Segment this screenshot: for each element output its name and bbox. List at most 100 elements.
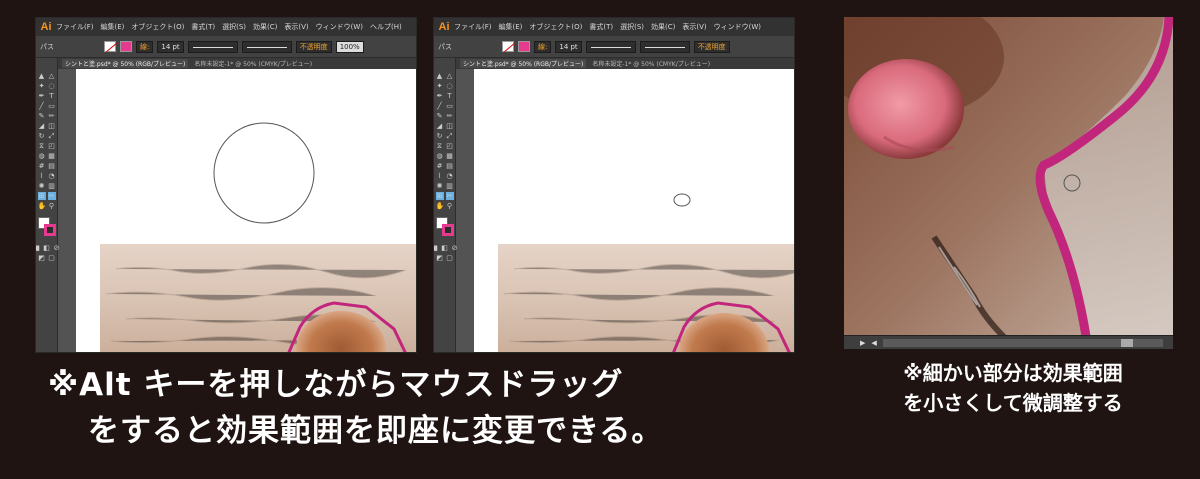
blob-brush-icon[interactable]: ◢ xyxy=(436,122,444,130)
hand-tool-icon[interactable]: ✋ xyxy=(38,202,47,210)
gradient-tool-icon[interactable]: ▤ xyxy=(48,162,56,170)
slice-tool-icon[interactable]: ✂ xyxy=(47,192,56,200)
artboard-canvas[interactable] xyxy=(474,69,794,352)
selection-tool-icon[interactable]: ▲ xyxy=(38,72,46,80)
brush-tool-icon[interactable]: ✎ xyxy=(38,112,46,120)
lasso-tool-icon[interactable]: ◌ xyxy=(48,82,56,90)
rectangle-tool-icon[interactable]: ▭ xyxy=(48,102,56,110)
draw-mode-icon[interactable]: ◩ xyxy=(38,254,46,262)
graph-tool-icon[interactable]: ▥ xyxy=(48,182,56,190)
menu-object[interactable]: オブジェクト(O) xyxy=(529,22,582,32)
scroll-left-icon[interactable]: ◀ xyxy=(871,339,876,347)
pen-tool-icon[interactable]: ✒ xyxy=(38,92,46,100)
color-mode-icon[interactable]: ■ xyxy=(36,244,41,252)
menu-effect[interactable]: 効果(C) xyxy=(253,22,277,32)
rectangle-tool-icon[interactable]: ▭ xyxy=(446,102,454,110)
screen-mode-icon[interactable]: ▢ xyxy=(48,254,56,262)
blend-tool-icon[interactable]: ◔ xyxy=(48,172,56,180)
hand-tool-icon[interactable]: ✋ xyxy=(436,202,445,210)
tab-document-2[interactable]: 名称未設定-1* @ 50% (CMYK/プレビュー) xyxy=(194,59,312,68)
menu-object[interactable]: オブジェクト(O) xyxy=(131,22,184,32)
magic-wand-icon[interactable]: ✦ xyxy=(436,82,444,90)
tab-document-1[interactable]: シントと塗.psd* @ 50% (RGB/プレビュー) xyxy=(460,59,587,68)
scale-tool-icon[interactable]: ⤢ xyxy=(446,132,454,140)
opacity-field[interactable]: 100% xyxy=(335,40,364,53)
scroll-track[interactable] xyxy=(882,338,1163,347)
lasso-tool-icon[interactable]: ◌ xyxy=(446,82,454,90)
eyedropper-icon[interactable]: ⌇ xyxy=(436,172,444,180)
brush-select[interactable] xyxy=(639,40,690,53)
brush-select[interactable] xyxy=(241,40,292,53)
zoom-tool-icon[interactable]: ⚲ xyxy=(48,202,56,210)
stroke-swatch[interactable] xyxy=(518,41,530,52)
zoom-tool-icon[interactable]: ⚲ xyxy=(446,202,454,210)
stroke-box[interactable] xyxy=(43,224,56,236)
screen-mode-icon[interactable]: ▢ xyxy=(446,254,454,262)
menu-file[interactable]: ファイル(F) xyxy=(56,22,94,32)
slice-tool-icon[interactable]: ✂ xyxy=(445,192,454,200)
fill-stroke-widget[interactable] xyxy=(37,216,57,238)
type-tool-icon[interactable]: T xyxy=(48,92,56,100)
menu-select[interactable]: 選択(S) xyxy=(222,22,246,32)
width-tool-icon[interactable]: ⧖ xyxy=(38,142,46,150)
selection-tool-icon[interactable]: ▲ xyxy=(436,72,444,80)
stroke-weight-field[interactable]: 14 pt xyxy=(157,40,184,53)
stroke-profile-select[interactable] xyxy=(187,40,238,53)
perspective-icon[interactable]: ▦ xyxy=(446,152,454,160)
line-tool-icon[interactable]: ╱ xyxy=(436,102,444,110)
warp-tool-icon[interactable]: ◰ xyxy=(48,142,56,150)
pencil-tool-icon[interactable]: ✏ xyxy=(48,112,56,120)
color-mode-icon[interactable]: ■ xyxy=(434,244,439,252)
symbol-sprayer-icon[interactable]: ✺ xyxy=(38,182,46,190)
symbol-sprayer-icon[interactable]: ✺ xyxy=(436,182,444,190)
gradient-mode-icon[interactable]: ◧ xyxy=(43,244,51,252)
type-tool-icon[interactable]: T xyxy=(446,92,454,100)
menu-view[interactable]: 表示(V) xyxy=(682,22,706,32)
menu-edit[interactable]: 編集(E) xyxy=(101,22,125,32)
none-mode-icon[interactable]: ⊘ xyxy=(451,244,459,252)
artboard-tool-icon[interactable]: ⊞ xyxy=(37,192,46,200)
opacity-label[interactable]: 不透明度 xyxy=(693,40,730,53)
eyedropper-icon[interactable]: ⌇ xyxy=(38,172,46,180)
gradient-tool-icon[interactable]: ▤ xyxy=(446,162,454,170)
scroll-right-icon[interactable]: ▶ xyxy=(860,339,865,347)
menu-window[interactable]: ウィンドウ(W) xyxy=(714,22,761,32)
none-mode-icon[interactable]: ⊘ xyxy=(53,244,61,252)
mesh-tool-icon[interactable]: # xyxy=(38,162,46,170)
scroll-thumb[interactable] xyxy=(1121,338,1133,347)
fill-stroke-widget[interactable] xyxy=(435,216,455,238)
menu-effect[interactable]: 効果(C) xyxy=(651,22,675,32)
direct-selection-tool-icon[interactable]: △ xyxy=(446,72,454,80)
pencil-tool-icon[interactable]: ✏ xyxy=(446,112,454,120)
perspective-icon[interactable]: ▦ xyxy=(48,152,56,160)
artboard-tool-icon[interactable]: ⊞ xyxy=(435,192,444,200)
stroke-swatch[interactable] xyxy=(120,41,132,52)
scale-tool-icon[interactable]: ⤢ xyxy=(48,132,56,140)
stroke-weight-field[interactable]: 14 pt xyxy=(555,40,582,53)
horizontal-scrollbar[interactable]: ▶ ◀ xyxy=(844,335,1173,349)
blend-tool-icon[interactable]: ◔ xyxy=(446,172,454,180)
rotate-tool-icon[interactable]: ↻ xyxy=(436,132,444,140)
menu-file[interactable]: ファイル(F) xyxy=(454,22,492,32)
fill-swatch[interactable] xyxy=(104,41,116,52)
eraser-tool-icon[interactable]: ◫ xyxy=(446,122,454,130)
eraser-tool-icon[interactable]: ◫ xyxy=(48,122,56,130)
pen-tool-icon[interactable]: ✒ xyxy=(436,92,444,100)
tab-document-2[interactable]: 名称未設定-1* @ 50% (CMYK/プレビュー) xyxy=(592,59,710,68)
blob-brush-icon[interactable]: ◢ xyxy=(38,122,46,130)
artboard-canvas[interactable] xyxy=(76,69,416,352)
brush-tool-icon[interactable]: ✎ xyxy=(436,112,444,120)
shape-builder-icon[interactable]: ◍ xyxy=(38,152,46,160)
tab-document-1[interactable]: シントと塗.psd* @ 50% (RGB/プレビュー) xyxy=(62,59,189,68)
menu-select[interactable]: 選択(S) xyxy=(620,22,644,32)
menu-edit[interactable]: 編集(E) xyxy=(499,22,523,32)
shape-builder-icon[interactable]: ◍ xyxy=(436,152,444,160)
menu-type[interactable]: 書式(T) xyxy=(589,22,613,32)
menu-window[interactable]: ウィンドウ(W) xyxy=(316,22,363,32)
menu-type[interactable]: 書式(T) xyxy=(191,22,215,32)
menu-view[interactable]: 表示(V) xyxy=(284,22,308,32)
fill-swatch[interactable] xyxy=(502,41,514,52)
magic-wand-icon[interactable]: ✦ xyxy=(38,82,46,90)
graph-tool-icon[interactable]: ▥ xyxy=(446,182,454,190)
warp-tool-icon[interactable]: ◰ xyxy=(446,142,454,150)
